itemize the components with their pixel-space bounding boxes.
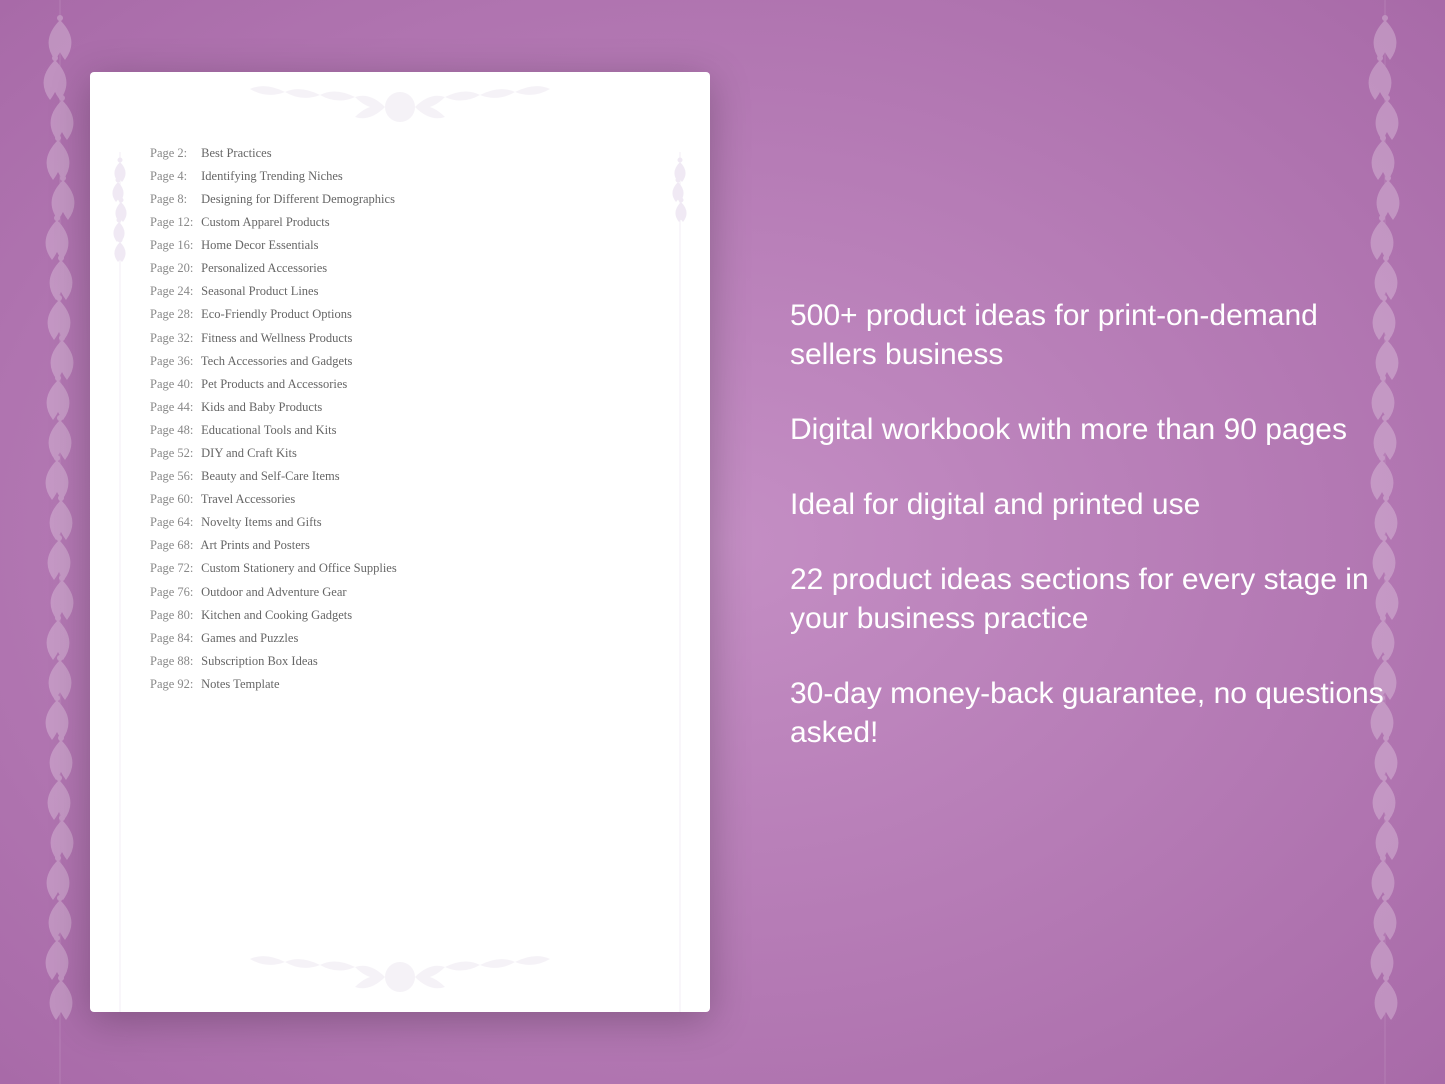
toc-title: Home Decor Essentials <box>198 238 318 252</box>
toc-title: Subscription Box Ideas <box>198 654 318 668</box>
page-top-decoration <box>90 72 710 142</box>
toc-item: Page 8: Designing for Different Demograp… <box>150 188 650 211</box>
page-bottom-decoration <box>90 942 710 1012</box>
toc-title: Beauty and Self-Care Items <box>198 469 340 483</box>
feature-text-1: Digital workbook with more than 90 pages <box>790 410 1385 449</box>
toc-title: Novelty Items and Gifts <box>198 515 322 529</box>
toc-item: Page 84: Games and Puzzles <box>150 627 650 650</box>
toc-item: Page 24: Seasonal Product Lines <box>150 281 650 304</box>
toc-item: Page 36: Tech Accessories and Gadgets <box>150 350 650 373</box>
toc-title: Notes Template <box>198 677 280 691</box>
toc-item: Page 68: Art Prints and Posters <box>150 535 650 558</box>
toc-page-number: Page 52: <box>150 445 198 463</box>
feature-block-3: 22 product ideas sections for every stag… <box>790 560 1385 638</box>
toc-title: Eco-Friendly Product Options <box>198 307 352 321</box>
toc-title: Seasonal Product Lines <box>198 284 318 298</box>
toc-list: Page 2: Best PracticesPage 4: Identifyin… <box>150 142 650 696</box>
toc-item: Page 48: Educational Tools and Kits <box>150 419 650 442</box>
features-panel: 500+ product ideas for print-on-demand s… <box>710 256 1445 828</box>
feature-block-1: Digital workbook with more than 90 pages <box>790 410 1385 449</box>
toc-item: Page 2: Best Practices <box>150 142 650 165</box>
toc-item: Page 88: Subscription Box Ideas <box>150 650 650 673</box>
toc-item: Page 92: Notes Template <box>150 673 650 696</box>
toc-page-number: Page 64: <box>150 514 198 532</box>
toc-page-number: Page 4: <box>150 168 198 186</box>
document-page: Page 2: Best PracticesPage 4: Identifyin… <box>90 72 710 1012</box>
toc-page-number: Page 20: <box>150 260 198 278</box>
toc-item: Page 20: Personalized Accessories <box>150 257 650 280</box>
feature-text-4: 30-day money-back guarantee, no question… <box>790 674 1385 752</box>
toc-page-number: Page 72: <box>150 560 198 578</box>
toc-title: Educational Tools and Kits <box>198 423 336 437</box>
toc-page-number: Page 68: <box>150 537 198 555</box>
toc-item: Page 56: Beauty and Self-Care Items <box>150 465 650 488</box>
toc-item: Page 12: Custom Apparel Products <box>150 211 650 234</box>
toc-title: Outdoor and Adventure Gear <box>198 585 347 599</box>
toc-page-number: Page 40: <box>150 376 198 394</box>
toc-item: Page 28: Eco-Friendly Product Options <box>150 304 650 327</box>
toc-title: Best Practices <box>198 146 272 160</box>
toc-page-number: Page 76: <box>150 584 198 602</box>
toc-item: Page 52: DIY and Craft Kits <box>150 442 650 465</box>
toc-page-number: Page 8: <box>150 191 198 209</box>
toc-page-number: Page 60: <box>150 491 198 509</box>
toc-item: Page 32: Fitness and Wellness Products <box>150 327 650 350</box>
toc-title: Identifying Trending Niches <box>198 169 343 183</box>
feature-text-0: 500+ product ideas for print-on-demand s… <box>790 296 1385 374</box>
toc-page-number: Page 88: <box>150 653 198 671</box>
toc-item: Page 44: Kids and Baby Products <box>150 396 650 419</box>
toc-title: Custom Stationery and Office Supplies <box>198 561 397 575</box>
toc-title: Custom Apparel Products <box>198 215 330 229</box>
toc-title: Designing for Different Demographics <box>198 192 395 206</box>
toc-title: Games and Puzzles <box>198 631 298 645</box>
toc-item: Page 60: Travel Accessories <box>150 488 650 511</box>
toc-item: Page 72: Custom Stationery and Office Su… <box>150 558 650 581</box>
toc-title: Pet Products and Accessories <box>198 377 347 391</box>
feature-block-2: Ideal for digital and printed use <box>790 485 1385 524</box>
toc-title: Kids and Baby Products <box>198 400 322 414</box>
toc-title: Travel Accessories <box>198 492 295 506</box>
toc-title: Fitness and Wellness Products <box>198 331 352 345</box>
toc-title: Personalized Accessories <box>198 261 327 275</box>
toc-page-number: Page 32: <box>150 330 198 348</box>
toc-page-number: Page 92: <box>150 676 198 694</box>
feature-block-0: 500+ product ideas for print-on-demand s… <box>790 296 1385 374</box>
toc-page-number: Page 16: <box>150 237 198 255</box>
feature-text-3: 22 product ideas sections for every stag… <box>790 560 1385 638</box>
toc-item: Page 16: Home Decor Essentials <box>150 234 650 257</box>
toc-title: Kitchen and Cooking Gadgets <box>198 608 352 622</box>
toc-item: Page 76: Outdoor and Adventure Gear <box>150 581 650 604</box>
toc-item: Page 64: Novelty Items and Gifts <box>150 512 650 535</box>
toc-item: Page 4: Identifying Trending Niches <box>150 165 650 188</box>
toc-page-number: Page 24: <box>150 283 198 301</box>
toc-page-number: Page 48: <box>150 422 198 440</box>
toc-page-number: Page 2: <box>150 145 198 163</box>
toc-page-number: Page 56: <box>150 468 198 486</box>
toc-item: Page 80: Kitchen and Cooking Gadgets <box>150 604 650 627</box>
toc-page-number: Page 36: <box>150 353 198 371</box>
toc-page-number: Page 12: <box>150 214 198 232</box>
toc-title: Art Prints and Posters <box>198 538 310 552</box>
toc-page-number: Page 44: <box>150 399 198 417</box>
toc-page-number: Page 28: <box>150 306 198 324</box>
toc-title: DIY and Craft Kits <box>198 446 297 460</box>
toc-page-number: Page 84: <box>150 630 198 648</box>
toc-title: Tech Accessories and Gadgets <box>198 354 352 368</box>
toc-item: Page 40: Pet Products and Accessories <box>150 373 650 396</box>
feature-block-4: 30-day money-back guarantee, no question… <box>790 674 1385 752</box>
feature-text-2: Ideal for digital and printed use <box>790 485 1385 524</box>
toc-page-number: Page 80: <box>150 607 198 625</box>
